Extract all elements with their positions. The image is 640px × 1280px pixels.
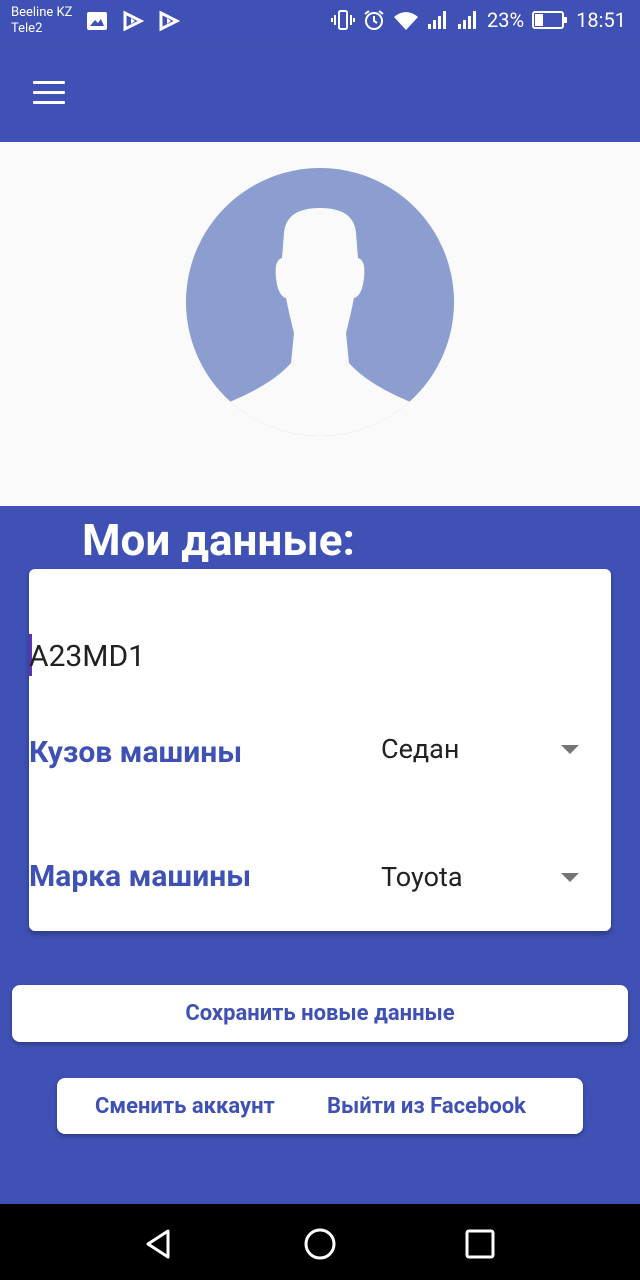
battery-icon <box>532 11 568 29</box>
carrier-2: Tele2 <box>11 21 43 36</box>
body-type-dropdown[interactable]: Седан <box>379 727 589 775</box>
facebook-logout-button[interactable]: Выйти из Facebook <box>327 1078 567 1134</box>
section-title: Мои данные: <box>82 514 355 566</box>
clock: 18:51 <box>576 8 626 32</box>
avatar-area <box>0 142 640 506</box>
system-icons: 23% 18:51 <box>331 8 626 32</box>
dropdown-arrow-icon <box>561 873 579 882</box>
car-details-card: A23MD1 Кузов машины Седан Марка машины T… <box>29 569 611 931</box>
switch-account-button[interactable]: Сменить аккаунт <box>95 1078 300 1134</box>
navigation-bar <box>0 1204 640 1280</box>
car-brand-label: Марка машины <box>29 859 252 894</box>
dropdown-arrow-icon <box>561 745 579 754</box>
app-bar <box>0 44 640 142</box>
notification-icons <box>86 10 180 32</box>
signal-icon-2 <box>458 11 477 29</box>
save-button[interactable]: Сохранить новые данные <box>12 985 628 1042</box>
carrier-info: Beeline KZ Tele2 <box>11 5 72 37</box>
image-notification-icon <box>87 12 107 30</box>
wifi-icon <box>394 12 419 30</box>
car-brand-value: Toyota <box>381 861 463 893</box>
back-icon[interactable] <box>140 1224 180 1264</box>
status-bar: Beeline KZ Tele2 23% 18:51 <box>0 0 640 44</box>
avatar-placeholder-icon[interactable] <box>186 168 454 436</box>
signal-icon <box>428 11 447 29</box>
home-icon[interactable] <box>300 1224 340 1264</box>
battery-percent: 23% <box>487 8 525 32</box>
car-brand-dropdown[interactable]: Toyota <box>379 855 589 903</box>
body-type-label: Кузов машины <box>29 735 243 770</box>
plate-number-input[interactable]: A23MD1 <box>29 639 145 674</box>
carrier-1: Beeline KZ <box>11 5 73 20</box>
vibrate-icon <box>331 10 356 30</box>
recent-apps-icon[interactable] <box>460 1224 500 1264</box>
play-store-icon <box>123 10 144 32</box>
account-buttons: Сменить аккаунт Выйти из Facebook <box>57 1078 583 1134</box>
body-type-value: Седан <box>381 733 460 765</box>
play-store-icon-2 <box>159 10 180 32</box>
alarm-icon <box>364 10 384 30</box>
hamburger-menu-icon[interactable] <box>26 72 72 112</box>
